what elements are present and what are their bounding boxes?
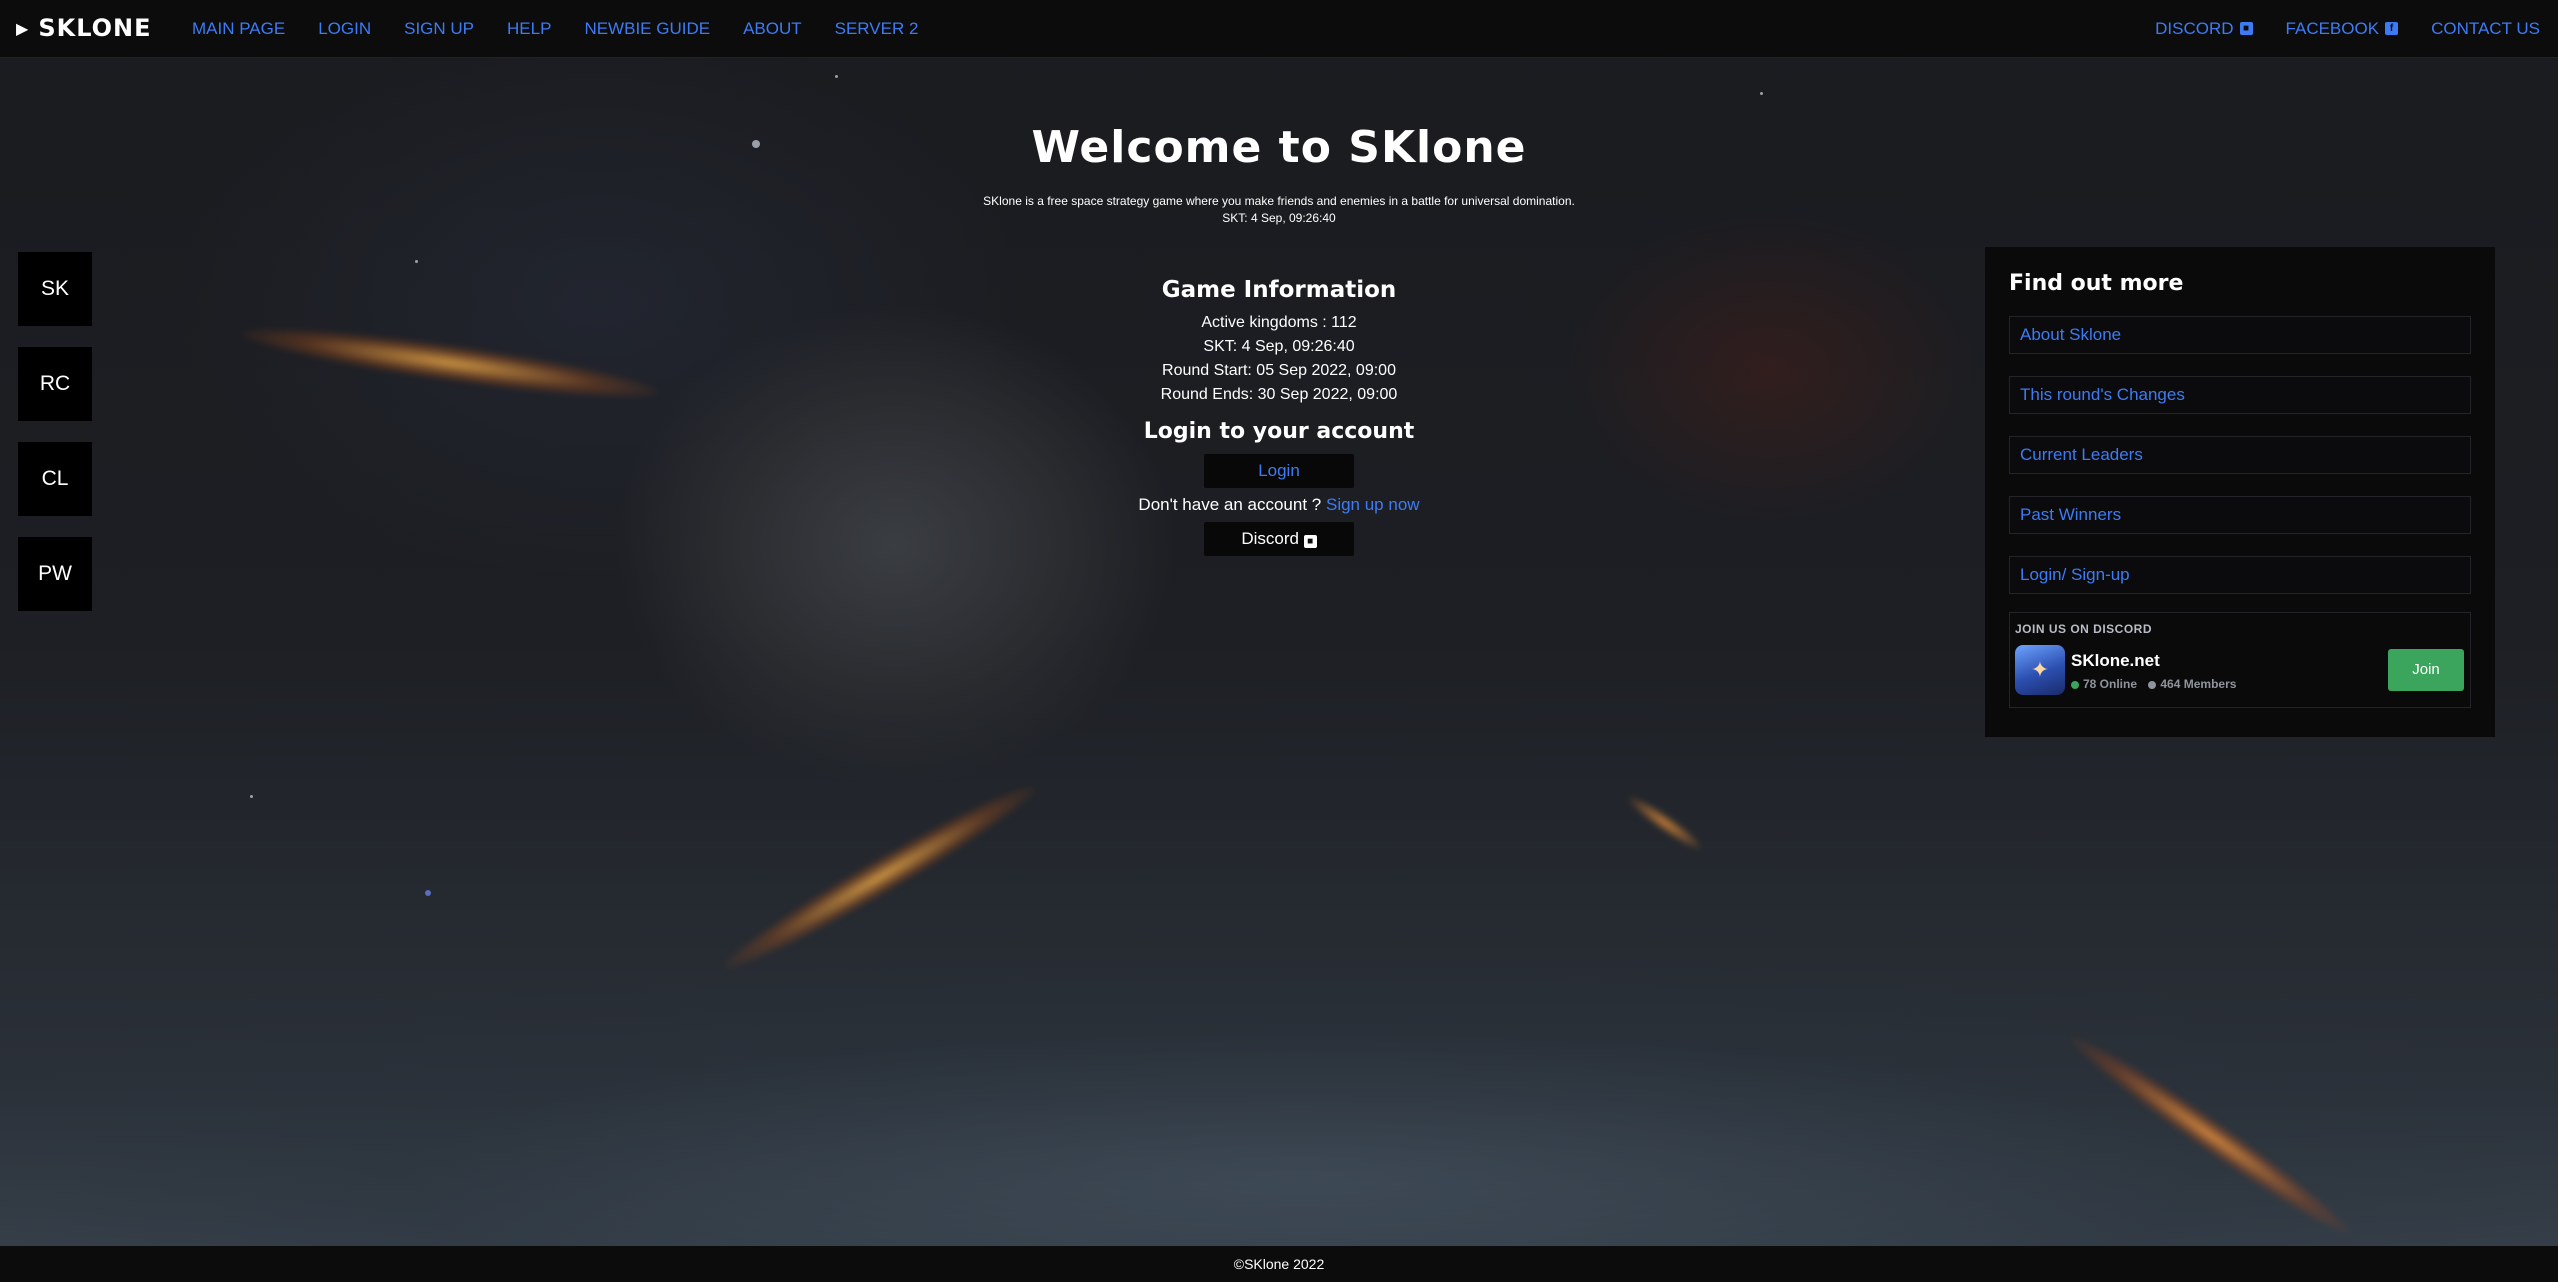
side-item-rc[interactable]: RC [18,347,92,421]
footer: ©SKlone 2022 [0,1246,2558,1282]
space-streak [1623,790,1707,856]
nav-contact-us[interactable]: CONTACT US [2431,19,2540,39]
nav-about[interactable]: ABOUT [743,19,802,39]
online-count: 78 Online [2083,677,2138,691]
active-kingdoms: Active kingdoms : 112 [1201,314,1357,331]
server-avatar: ✦ [2015,645,2065,695]
side-item-sk[interactable]: SK [18,252,92,326]
member-count: 464 Members [2160,677,2237,691]
ship-icon: ▶ [16,18,29,38]
nav-links-right: DISCORD ■ FACEBOOK f CONTACT US [2155,0,2540,57]
brand-name: SKLONE [38,14,152,42]
server-time: SKT: 4 Sep, 09:26:40 [1222,211,1336,225]
tagline: SKlone is a free space strategy game whe… [983,194,1575,208]
star [752,140,760,148]
space-streak [2062,1025,2358,1245]
login-button[interactable]: Login [1204,454,1354,488]
nav-server-2[interactable]: SERVER 2 [835,19,919,39]
top-navbar: ▶ SKLONE MAIN PAGE LOGIN SIGN UP HELP NE… [0,0,2558,58]
discord-button-label: Discord [1241,529,1299,548]
link-past-winners[interactable]: Past Winners [2009,496,2471,534]
page-title: Welcome to SKlone [1031,122,1527,173]
star [835,75,838,78]
login-heading: Login to your account [1143,419,1415,444]
nav-newbie-guide[interactable]: NEWBIE GUIDE [584,19,710,39]
star [415,260,418,263]
star [1760,92,1763,95]
info-server-time: SKT: 4 Sep, 09:26:40 [1203,338,1355,355]
space-streak [715,772,1045,982]
online-dot-icon [2071,680,2079,689]
discord-widget-heading: JOIN US ON DISCORD [2015,622,2153,636]
panel-title: Find out more [2009,271,2184,296]
discord-button[interactable]: Discord ■ [1204,522,1354,556]
nav-facebook-label: FACEBOOK [2285,18,2380,38]
find-out-more-panel: Find out more About Sklone This round's … [1985,247,2495,737]
discord-icon: ■ [2239,22,2253,35]
server-name: SKlone.net [2071,651,2160,670]
round-start: Round Start: 05 Sep 2022, 09:00 [1162,362,1396,379]
main-content: Welcome to SKlone SKlone is a free space… [879,118,1679,556]
members-dot-icon [2148,680,2157,689]
star [250,795,253,798]
round-ends: Round Ends: 30 Sep 2022, 09:00 [1160,386,1398,403]
link-about-sklone[interactable]: About Sklone [2009,316,2471,354]
facebook-icon: f [2385,22,2399,35]
side-shortcuts: SK RC CL PW [18,252,92,611]
copyright: ©SKlone 2022 [1233,1256,1325,1272]
nav-login[interactable]: LOGIN [318,19,371,39]
side-item-pw[interactable]: PW [18,537,92,611]
star [425,890,431,896]
join-button[interactable]: Join [2388,649,2464,691]
nav-links-left: MAIN PAGE LOGIN SIGN UP HELP NEWBIE GUID… [192,0,918,57]
server-stats: 78 Online 464 Members [2071,677,2236,691]
nav-discord[interactable]: DISCORD ■ [2155,18,2253,39]
side-item-cl[interactable]: CL [18,442,92,516]
nav-sign-up[interactable]: SIGN UP [404,19,474,39]
link-login-signup[interactable]: Login/ Sign-up [2009,556,2471,594]
game-info-heading: Game Information [1161,277,1397,303]
signup-prompt: Don't have an account ? [1138,495,1322,514]
discord-icon: ■ [1303,535,1317,548]
nav-facebook[interactable]: FACEBOOK f [2286,19,2399,39]
signup-prompt-line: Don't have an account ? Sign up now [879,495,1679,515]
brand[interactable]: ▶ SKLONE [16,14,152,42]
nav-help[interactable]: HELP [507,19,551,39]
link-current-leaders[interactable]: Current Leaders [2009,436,2471,474]
nav-discord-label: DISCORD [2155,18,2234,38]
space-streak [239,315,661,411]
discord-widget: JOIN US ON DISCORD ✦ SKlone.net 78 Onlin… [2009,612,2471,708]
nav-main-page[interactable]: MAIN PAGE [192,19,285,39]
signup-link[interactable]: Sign up now [1326,495,1420,514]
link-round-changes[interactable]: This round's Changes [2009,376,2471,414]
